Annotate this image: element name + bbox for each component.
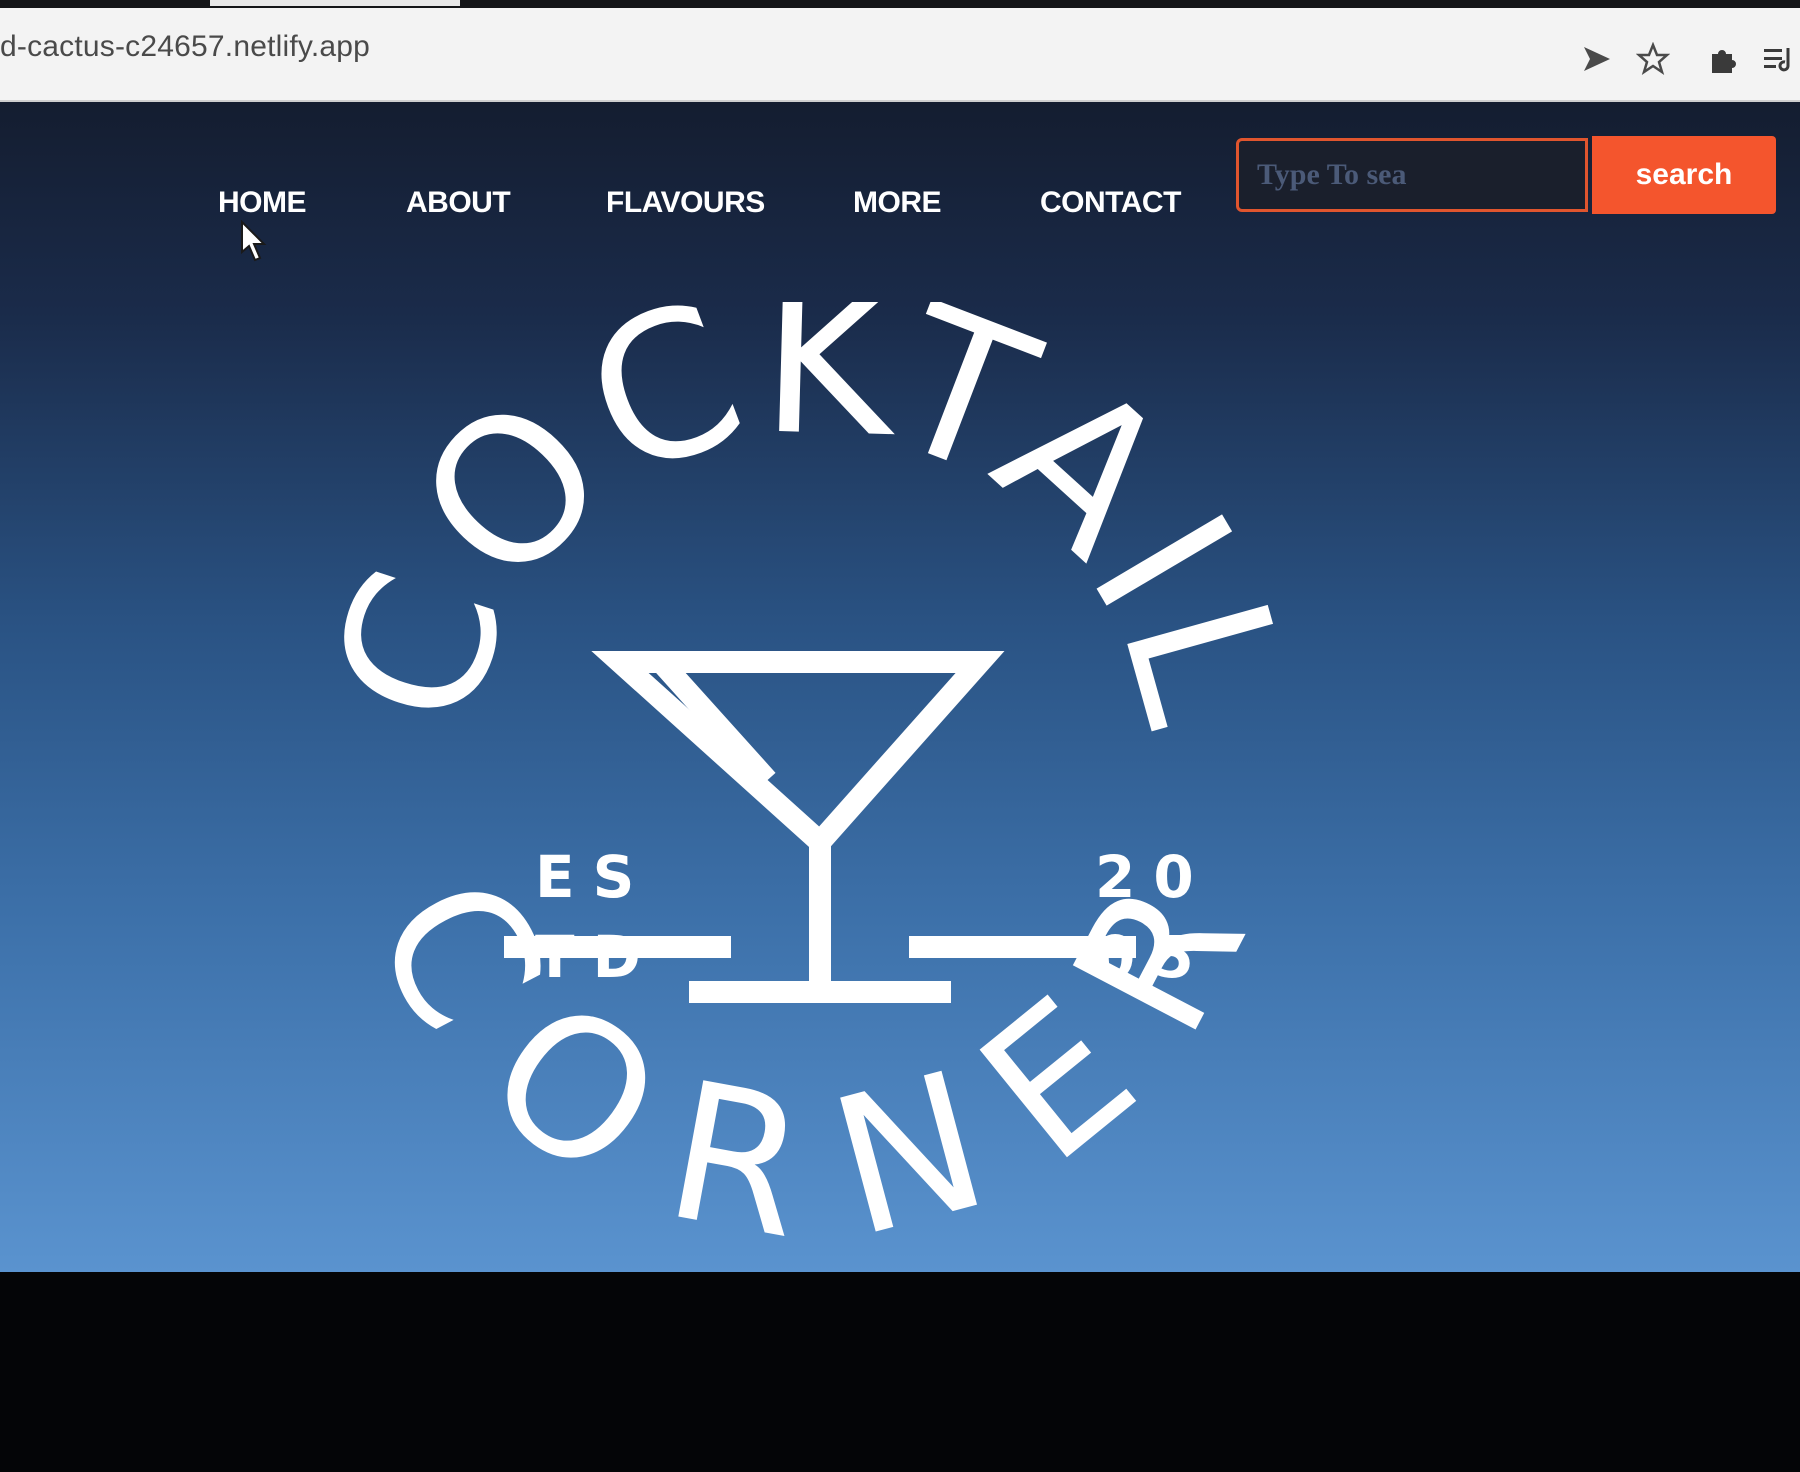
nav-home-link[interactable]: HOME [218, 186, 307, 220]
browser-tab-edge[interactable] [210, 0, 460, 6]
star-icon[interactable] [1636, 42, 1670, 76]
search-button[interactable]: search [1592, 136, 1776, 214]
browser-toolbar: d-cactus-c24657.netlify.app [0, 8, 1800, 102]
nav-about-link[interactable]: ABOUT [406, 186, 511, 220]
website-viewport: HOME ABOUT FLAVOURS MORE CONTACT search … [0, 102, 1800, 1272]
search-input[interactable] [1236, 138, 1588, 212]
nav-flavours-link[interactable]: FLAVOURS [606, 186, 765, 220]
logo-est-bottom: TD [535, 923, 659, 991]
send-icon[interactable] [1580, 42, 1614, 76]
cocktail-corner-logo: COCKTAIL CORNER ES TD 20 05 [340, 302, 1280, 1242]
nav-more-link[interactable]: MORE [853, 186, 942, 220]
puzzle-icon[interactable] [1706, 42, 1740, 76]
logo-year-bottom: 05 [1095, 923, 1212, 991]
address-bar-url[interactable]: d-cactus-c24657.netlify.app [0, 30, 370, 64]
nav-contact-link[interactable]: CONTACT [1040, 186, 1181, 220]
logo-top-text: COCKTAIL [340, 302, 1280, 750]
logo-est-top: ES [535, 843, 652, 911]
logo-year-top: 20 [1095, 843, 1212, 911]
screen-bezel-bottom [0, 1272, 1800, 1472]
media-queue-icon[interactable] [1762, 42, 1796, 76]
mouse-cursor-icon [241, 220, 267, 262]
